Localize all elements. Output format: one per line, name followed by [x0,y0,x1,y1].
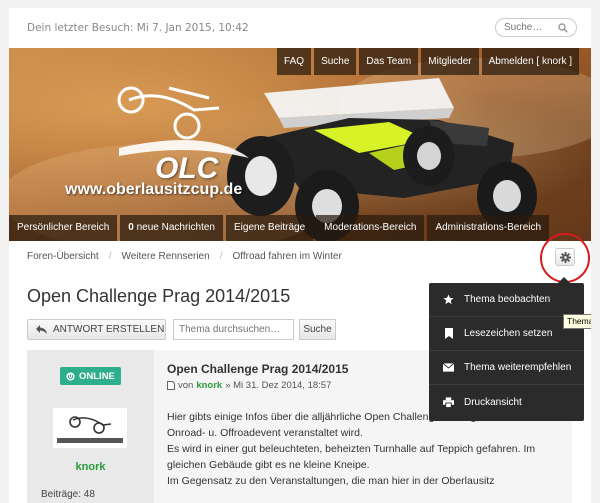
gear-icon [559,251,571,263]
online-status-badge: ONLINE [60,367,121,385]
document-icon[interactable] [167,381,175,390]
menu-item-label: Thema weiterempfehlen [464,362,572,373]
avatar[interactable] [53,408,127,448]
header-search-input[interactable] [504,22,559,33]
breadcrumb-separator: / [219,251,223,262]
messages-label: neue Nachrichten [133,222,215,233]
menu-item-label: Thema beobachten [464,294,551,305]
nav-personal-area[interactable]: Persönlicher Bereich [9,215,118,241]
star-icon [443,294,454,305]
post-author-panel: ONLINE knork Beiträge: 48 [27,350,154,503]
power-icon [66,371,75,381]
menu-item-print[interactable]: Druckansicht [429,385,584,419]
nav-logout[interactable]: Abmelden [ knork ] [481,48,579,75]
breadcrumb-separator: / [108,251,112,262]
header-banner: OLC www.oberlausitzcup.de FAQ Suche Das … [9,48,591,241]
post-meta-date: » Mi 31. Dez 2014, 18:57 [225,380,332,391]
nav-moderation[interactable]: Moderations-Bereich [316,215,425,241]
page: Dein letzter Besuch: Mi 7. Jan 2015, 10:… [9,8,591,503]
envelope-icon [443,362,454,373]
logo-url[interactable]: www.oberlausitzcup.de [65,181,242,199]
online-status-label: ONLINE [79,370,115,382]
post-author-count: Beiträge: 48 [41,489,95,500]
sub-navigation: Persönlicher Bereich 0 neue Nachrichten … [9,215,550,241]
thread-search-button[interactable]: Suche [299,319,336,340]
post-content: Hier gibts einige Infos über die alljähr… [167,409,567,489]
thread-search-input[interactable] [173,319,294,340]
breadcrumb: Foren-Übersicht / Weitere Rennserien / O… [27,251,342,262]
last-visit-text: Dein letzter Besuch: Mi 7. Jan 2015, 10:… [27,22,249,34]
menu-item-label: Druckansicht [464,396,522,408]
breadcrumb-winter-offroad[interactable]: Offroad fahren im Winter [232,251,341,262]
post-meta-by: von [178,380,194,391]
post-line: Onroad- u. Offroadevent veranstaltet wir… [167,427,363,439]
printer-icon [443,396,454,408]
thread-tools-dropdown: Thema beobachten Lesezeichen setzen Them… [429,277,584,421]
post-line: gleichen Gebäude gibt es ne kleine Kneip… [167,459,370,471]
menu-item-label: Lesezeichen setzen [464,328,553,339]
nav-team[interactable]: Das Team [359,48,419,75]
nav-own-posts[interactable]: Eigene Beiträge [226,215,314,241]
reply-button-label: ANTWORT ERSTELLEN [53,324,165,335]
nav-members[interactable]: Mitglieder [421,48,479,75]
menu-item-recommend[interactable]: Thema weiterempfehlen [429,351,584,385]
post-line: Im Gegensatz zu den Veranstaltungen, die… [167,475,495,487]
reply-icon [36,325,47,334]
post-line: Es wird in einer gut beleuchteten, behei… [167,443,536,455]
header-search[interactable] [495,18,577,37]
avatar-logo [53,408,127,448]
banner-image [9,58,591,241]
nav-new-messages[interactable]: 0 neue Nachrichten [120,215,223,241]
bookmark-icon [443,328,454,339]
thread-title[interactable]: Open Challenge Prag 2014/2015 [27,286,290,307]
tooltip: Thema be [563,314,591,329]
menu-item-watch-topic[interactable]: Thema beobachten [429,283,584,317]
breadcrumb-forum-index[interactable]: Foren-Übersicht [27,251,99,262]
thread-tools-button[interactable] [555,248,575,266]
post-meta-user[interactable]: knork [196,380,222,391]
breadcrumb-other-series[interactable]: Weitere Rennserien [121,251,209,262]
top-navigation: FAQ Suche Das Team Mitglieder Abmelden [… [277,48,579,75]
search-icon[interactable] [558,23,568,33]
post-author-name[interactable]: knork [27,461,154,473]
nav-faq[interactable]: FAQ [277,48,312,75]
nav-administration[interactable]: Administrations-Bereich [427,215,550,241]
menu-item-bookmark[interactable]: Lesezeichen setzen [429,317,584,351]
top-bar: Dein letzter Besuch: Mi 7. Jan 2015, 10:… [9,8,591,48]
reply-button[interactable]: ANTWORT ERSTELLEN [27,319,166,340]
nav-search[interactable]: Suche [314,48,357,75]
